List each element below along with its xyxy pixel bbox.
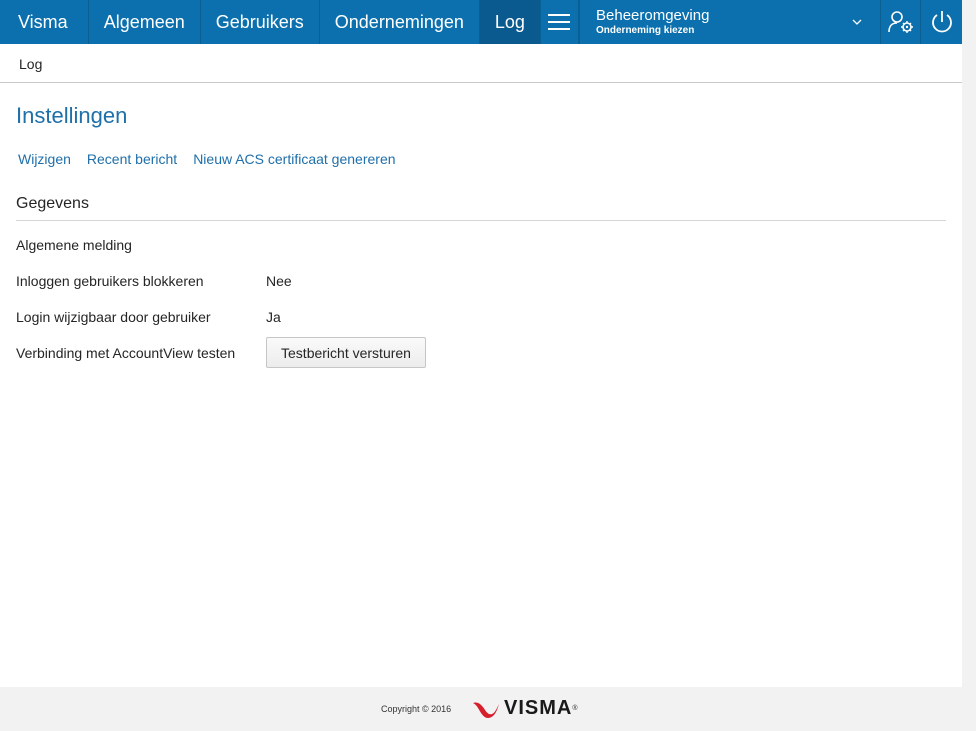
section-title-gegevens: Gegevens	[16, 195, 89, 212]
field-label-login-wijzigbaar: Login wijzigbaar door gebruiker	[16, 309, 211, 325]
breadcrumb-bar: Log	[0, 44, 962, 83]
nieuw-acs-certificaat-link[interactable]: Nieuw ACS certificaat genereren	[193, 151, 395, 167]
visma-logo-text: VISMA	[504, 697, 573, 719]
logout-button[interactable]	[921, 0, 962, 44]
user-settings-icon	[887, 11, 913, 33]
recent-bericht-link[interactable]: Recent bericht	[87, 151, 177, 167]
testbericht-versturen-button[interactable]: Testbericht versturen	[266, 337, 426, 368]
environment-subtitle: Onderneming kiezen	[596, 24, 695, 36]
field-value-inloggen-blokkeren: Nee	[266, 273, 292, 289]
action-links: Wijzigen Recent bericht Nieuw ACS certif…	[18, 151, 396, 167]
nav-item-ondernemingen[interactable]: Ondernemingen	[320, 0, 480, 44]
visma-swoosh-icon	[473, 701, 499, 718]
page-title: Instellingen	[16, 103, 128, 128]
hamburger-icon	[548, 14, 571, 30]
field-label-algemene-melding: Algemene melding	[16, 237, 132, 253]
nav-item-algemeen[interactable]: Algemeen	[89, 0, 201, 44]
copyright-text: Copyright © 2016	[381, 704, 452, 714]
environment-selector[interactable]: Beheeromgeving Onderneming kiezen	[580, 0, 881, 44]
hamburger-menu-button[interactable]	[541, 0, 579, 44]
top-navigation: Visma Algemeen Gebruikers Ondernemingen …	[0, 0, 962, 44]
user-settings-button[interactable]	[881, 0, 921, 44]
wijzigen-link[interactable]: Wijzigen	[18, 151, 71, 167]
field-label-inloggen-blokkeren: Inloggen gebruikers blokkeren	[16, 273, 204, 289]
nav-item-log[interactable]: Log	[479, 0, 541, 44]
environment-title: Beheeromgeving	[596, 7, 710, 25]
visma-logo: VISMA ®	[472, 697, 578, 720]
field-label-verbinding-testen: Verbinding met AccountView testen	[16, 345, 236, 361]
app-window	[0, 0, 962, 687]
power-icon	[931, 11, 952, 33]
chevron-down-icon	[852, 19, 862, 25]
scrollbar[interactable]	[962, 0, 976, 687]
breadcrumb-log[interactable]: Log	[19, 56, 42, 72]
section-divider	[16, 220, 946, 221]
registered-mark: ®	[572, 705, 578, 712]
nav-brand-visma[interactable]: Visma	[0, 0, 89, 44]
nav-item-gebruikers[interactable]: Gebruikers	[201, 0, 320, 44]
field-value-login-wijzigbaar: Ja	[266, 309, 281, 325]
